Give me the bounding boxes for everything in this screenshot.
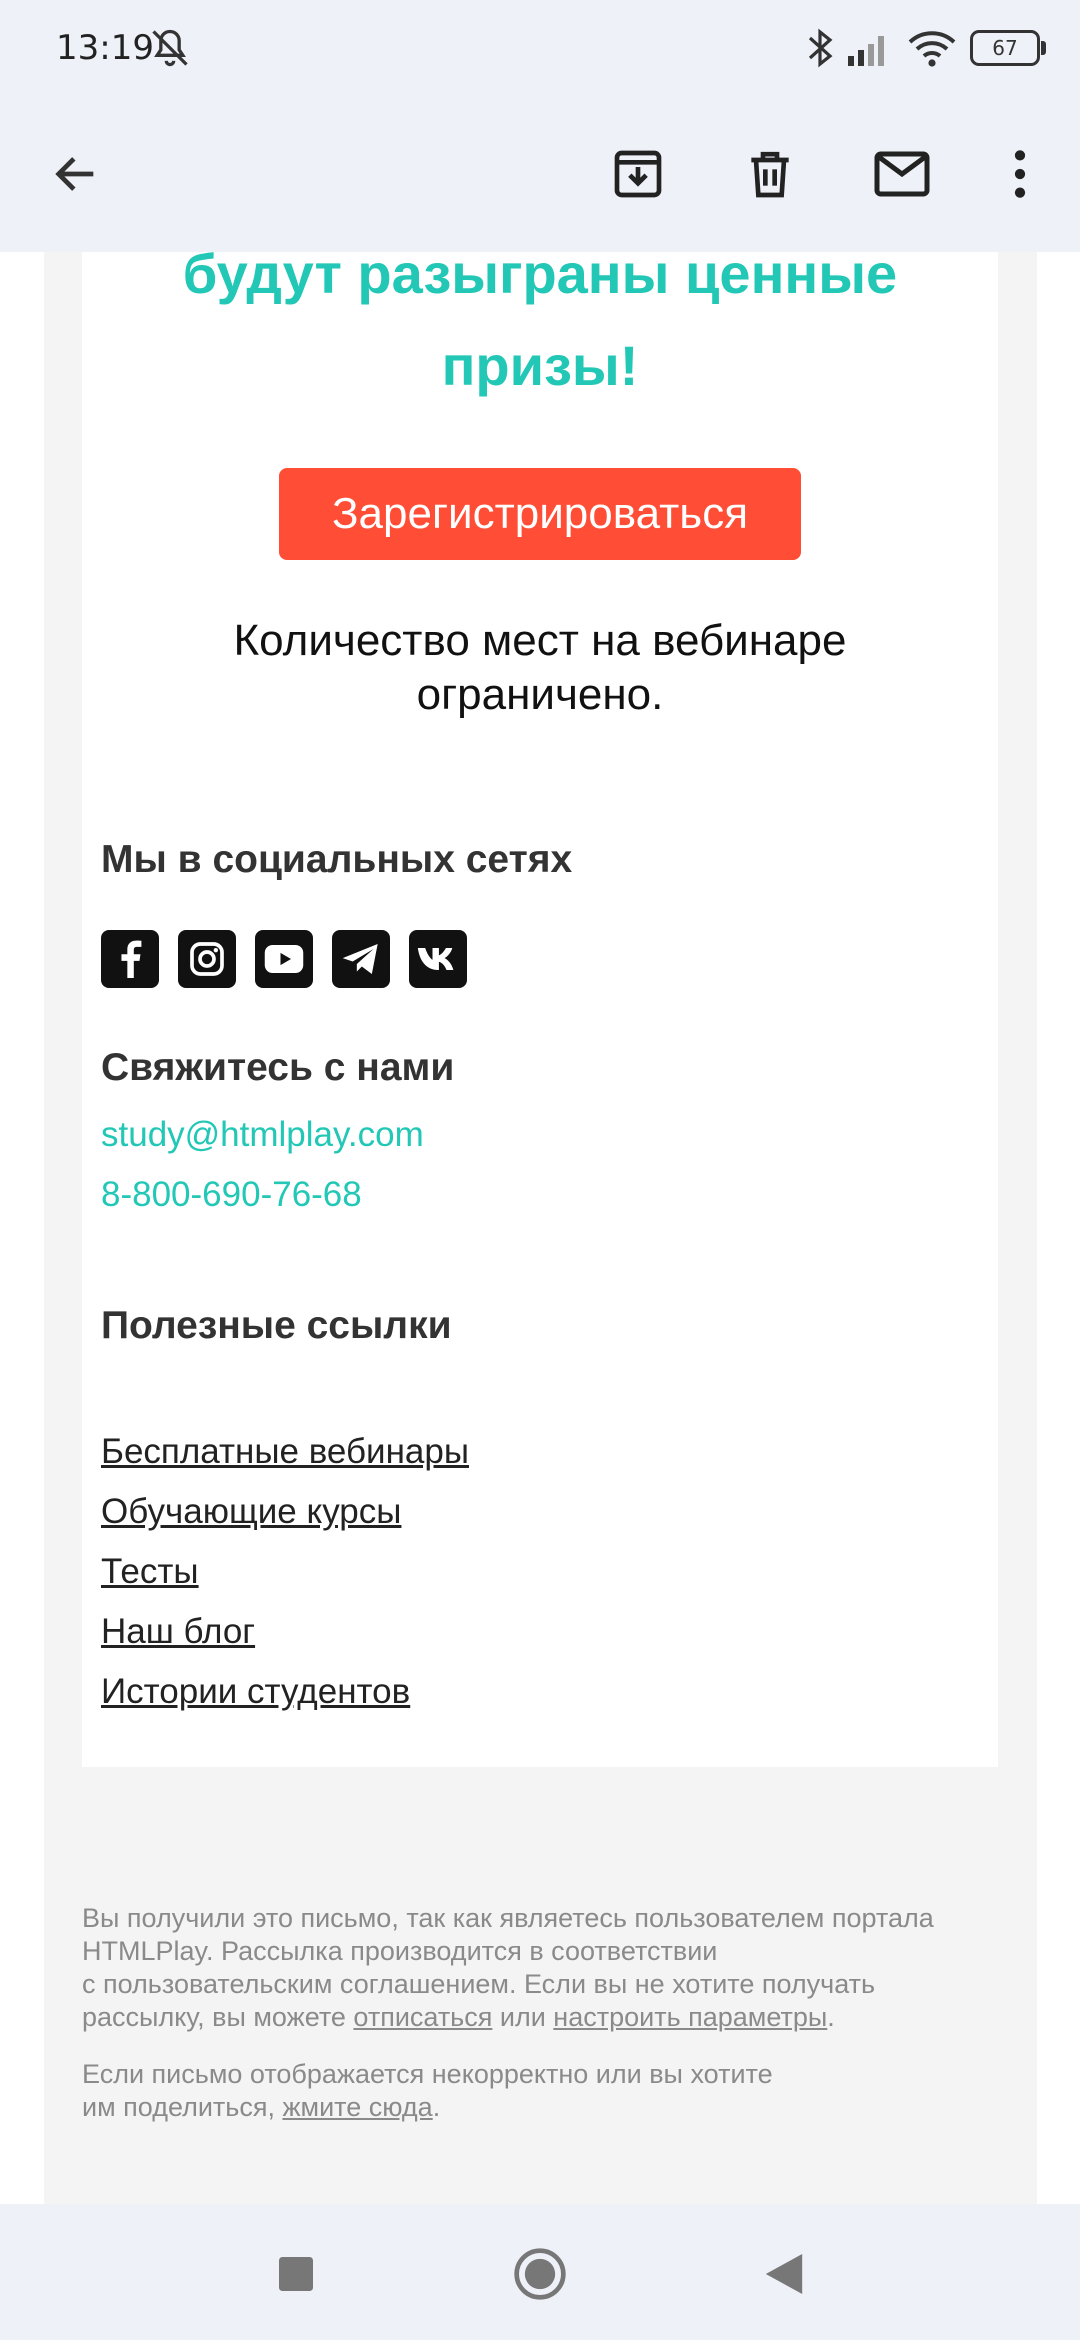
wifi-icon (908, 31, 956, 67)
legal-line: рассылку, вы можете отписаться или настр… (82, 2001, 1002, 2034)
more-vert-icon (1014, 150, 1026, 198)
link-blog[interactable]: Наш блог (101, 1602, 469, 1662)
legal-text: или (492, 2002, 554, 2032)
social-icons (101, 930, 467, 988)
bluetooth-icon (808, 28, 833, 68)
status-bar: 13:19 67 (0, 0, 1080, 96)
back-button[interactable] (38, 136, 114, 212)
legal-text: . (827, 2002, 835, 2032)
seats-text-line2: ограничено. (416, 670, 664, 719)
navigation-bar (0, 2204, 1080, 2340)
trash-icon (751, 151, 789, 198)
legal-text: . (432, 2092, 441, 2122)
link-student-stories[interactable]: Истории студентов (101, 1662, 469, 1722)
link-tests[interactable]: Тесты (101, 1542, 469, 1602)
legal-line: с пользовательским соглашением. Если вы … (82, 1969, 876, 1999)
email-body[interactable]: будут разыграны ценные призы! Зарегистри… (0, 252, 1080, 2204)
instagram-icon[interactable] (178, 930, 236, 988)
settings-link[interactable]: настроить параметры (553, 2002, 827, 2032)
social-heading: Мы в социальных сетях (101, 838, 573, 881)
legal-line: им поделиться, жмите сюда. (82, 2091, 1002, 2124)
home-button[interactable] (508, 2242, 572, 2306)
back-triangle-icon (765, 2254, 803, 2294)
recents-button[interactable] (264, 2242, 328, 2306)
legal-line: Вы получили это письмо, так как являетес… (82, 1903, 934, 1933)
register-button[interactable]: Зарегистрироваться (279, 468, 801, 560)
links-heading: Полезные ссылки (101, 1304, 452, 1347)
battery-level: 67 (992, 36, 1018, 60)
promo-text-line1: будут разыграны ценные (182, 252, 898, 305)
legal-text: им поделиться, (82, 2092, 283, 2122)
legal-notice: Вы получили это письмо, так как являетес… (82, 1902, 1002, 2034)
legal-line: HTMLPlay. Рассылка производится в соотве… (82, 1936, 718, 1966)
more-options-button[interactable] (982, 136, 1058, 212)
email-card: будут разыграны ценные призы! Зарегистри… (82, 252, 998, 1767)
archive-button[interactable] (600, 136, 676, 212)
link-courses[interactable]: Обучающие курсы (101, 1482, 469, 1542)
email-toolbar (0, 96, 1080, 252)
unsubscribe-link[interactable]: отписаться (353, 2002, 492, 2032)
contact-phone-link[interactable]: 8-800-690-76-68 (101, 1175, 362, 1215)
vk-icon[interactable] (409, 930, 467, 988)
back-nav-button[interactable] (752, 2242, 816, 2306)
display-notice: Если письмо отображается некорректно или… (82, 2058, 1002, 2124)
home-icon (514, 2248, 566, 2300)
mail-icon (874, 151, 930, 197)
link-free-webinars[interactable]: Бесплатные вебинары (101, 1422, 469, 1482)
useful-links-list: Бесплатные вебинары Обучающие курсы Тест… (101, 1422, 469, 1722)
contact-email-link[interactable]: study@htmlplay.com (101, 1115, 424, 1155)
legal-line: Если письмо отображается некорректно или… (82, 2059, 773, 2089)
battery-icon: 67 (970, 30, 1046, 66)
legal-text: рассылку, вы можете (82, 2002, 354, 2032)
promo-text-line2: призы! (441, 334, 639, 397)
recents-icon (279, 2257, 313, 2291)
mark-unread-button[interactable] (864, 136, 940, 212)
back-arrow-icon (55, 157, 94, 191)
archive-icon (614, 150, 662, 198)
seats-text-line1: Количество мест на вебинаре (233, 616, 847, 665)
bell-off-icon (152, 29, 188, 67)
contact-heading: Свяжитесь с нами (101, 1046, 455, 1089)
signal-icon (848, 36, 884, 66)
status-icons: 67 (806, 24, 1046, 72)
youtube-icon[interactable] (255, 930, 313, 988)
click-here-link[interactable]: жмите сюда (282, 2092, 432, 2122)
facebook-icon[interactable] (101, 930, 159, 988)
delete-button[interactable] (732, 136, 808, 212)
status-time: 13:19 (56, 28, 154, 68)
telegram-icon[interactable] (332, 930, 390, 988)
